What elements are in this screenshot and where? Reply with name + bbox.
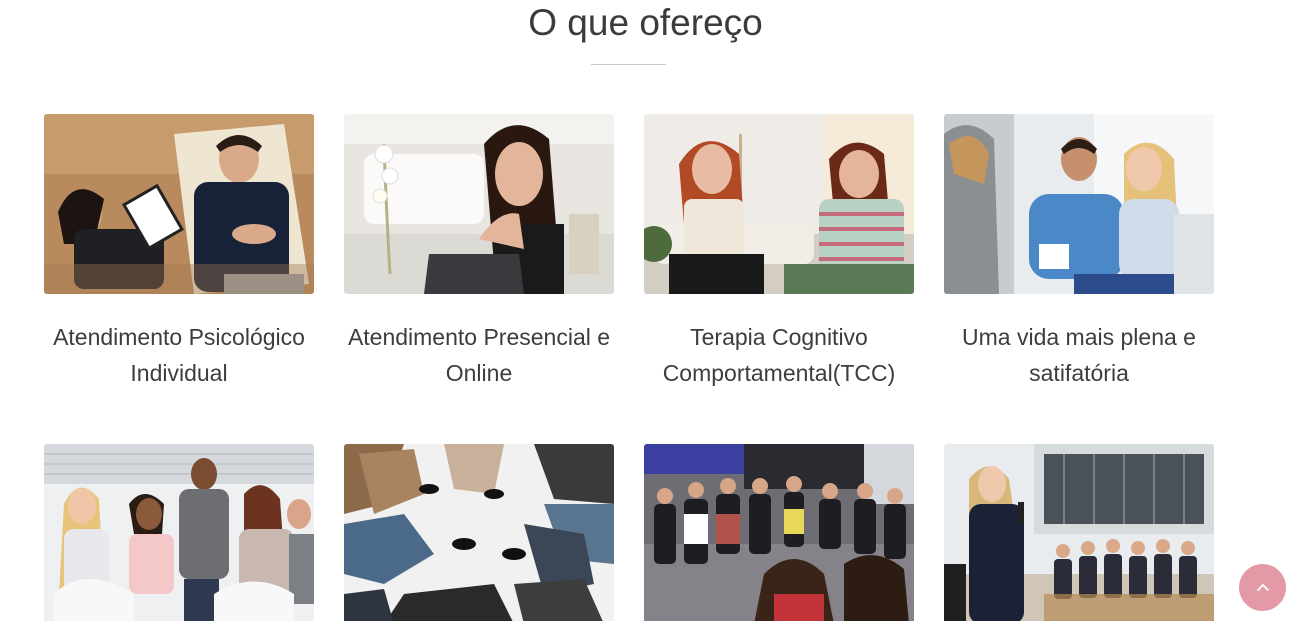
speaker-audience-photo[interactable] [944,444,1214,621]
title-divider [591,64,666,65]
back-to-top-button[interactable] [1239,564,1286,611]
laptop-woman-photo[interactable] [344,114,614,294]
chevron-up-icon [1256,583,1269,591]
service-card[interactable] [344,444,614,621]
circle-chairs-photo[interactable] [344,444,614,621]
service-title: Atendimento Psicológico Individual [53,324,305,386]
service-card[interactable] [44,444,314,621]
service-title: Atendimento Presencial e Online [347,324,611,386]
therapy-couch-photo[interactable] [44,114,314,294]
section-title: O que ofereço [528,2,763,43]
service-card[interactable]: Atendimento Psicológico Individual [44,114,314,391]
happy-couple-photo[interactable] [944,114,1214,294]
service-card[interactable] [644,444,914,621]
services-section: O que ofereço Atendimento Psicológico In… [0,0,1291,621]
service-title: Uma vida mais plena e satifatória [962,324,1196,386]
service-card[interactable]: Terapia Cognitivo Comportamental(TCC) [644,114,914,391]
service-title: Terapia Cognitivo Comportamental(TCC) [662,324,896,386]
service-card[interactable]: Uma vida mais plena e satifatória [944,114,1214,391]
two-women-talking-photo[interactable] [644,114,914,294]
service-card[interactable] [944,444,1214,621]
group-therapy-photo[interactable] [44,444,314,621]
service-card[interactable]: Atendimento Presencial e Online [344,114,614,391]
support-group-photo[interactable] [644,444,914,621]
